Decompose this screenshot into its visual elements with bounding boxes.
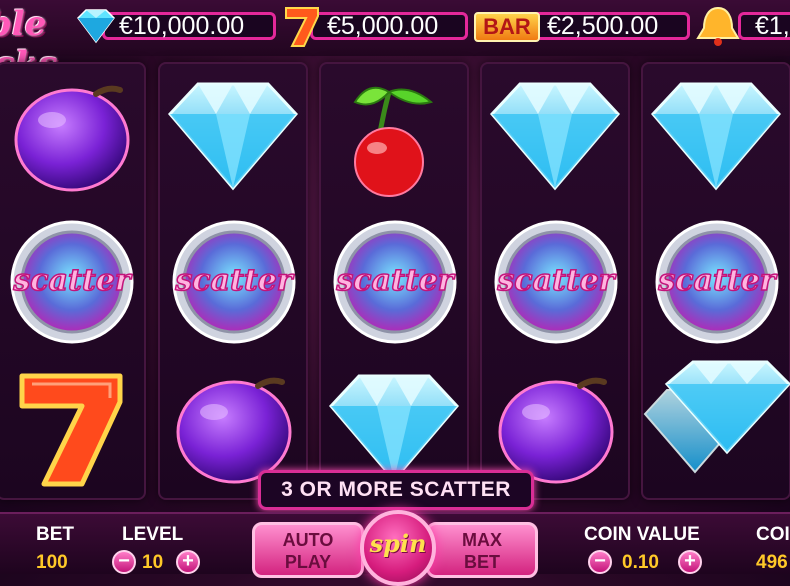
auto-play-button[interactable]: AUTO PLAY [252, 522, 364, 578]
reel-symbol [0, 62, 146, 208]
reel-symbol: scatter [319, 208, 469, 354]
prize-amount: €5,000.00 [310, 12, 468, 40]
reel-symbol: scatter [0, 208, 146, 354]
info-message: 3 OR MORE SCATTER [258, 470, 534, 510]
svg-text:scatter: scatter [174, 263, 294, 298]
bet-label: BET [36, 524, 74, 545]
reel-symbol: scatter [641, 208, 790, 354]
coin-value: 0.10 [622, 552, 659, 573]
max-bet-line-2: BET [464, 552, 500, 572]
svg-text:scatter: scatter [496, 263, 616, 298]
prize-diamond: €10,000.00 [72, 8, 276, 44]
prize-bar-symbol: €2,500.00 BAR [474, 8, 690, 44]
cherry-icon [353, 86, 434, 197]
coin-value-minus-button[interactable]: − [588, 550, 612, 574]
diamond-icon [650, 82, 782, 191]
max-bet-line-1: MAX [462, 530, 502, 550]
reel-2: scatter [158, 62, 308, 500]
bell-icon [696, 6, 740, 46]
reel-5: scatter [641, 62, 790, 500]
reel-symbol [641, 354, 790, 500]
reel-symbol [0, 354, 146, 500]
diamond-icon [167, 82, 299, 191]
jackpot-bar: €10,000.00 €5,000.00 €2,500.00 BAR €1,0 [0, 0, 790, 56]
reel-symbol: scatter [480, 208, 630, 354]
bet-value: 100 [36, 552, 68, 573]
reel-symbol [480, 62, 630, 208]
prize-amount: €1,0 [738, 12, 790, 40]
diamond-icon [489, 82, 621, 191]
scatter-icon: scatter [172, 220, 296, 344]
coin-value-plus-button[interactable]: + [678, 550, 702, 574]
spin-button[interactable]: spin [360, 510, 436, 586]
reel-symbol [641, 62, 790, 208]
scatter-icon: scatter [333, 220, 457, 344]
scatter-icon: scatter [10, 220, 134, 344]
plum-icon [14, 85, 130, 192]
auto-play-line-1: AUTO [282, 530, 334, 550]
max-bet-button[interactable]: MAX BET [426, 522, 538, 578]
bar-icon: BAR [474, 12, 540, 42]
scatter-icon: scatter [494, 220, 618, 344]
coin-value-label: COIN VALUE [584, 524, 700, 545]
level-label: LEVEL [122, 524, 184, 545]
svg-text:scatter: scatter [657, 263, 777, 298]
level-plus-button[interactable]: + [176, 550, 200, 574]
reel-symbol [158, 62, 308, 208]
prize-amount: €10,000.00 [102, 12, 276, 40]
scatter-icon: scatter [655, 220, 779, 344]
auto-play-line-2: PLAY [284, 552, 332, 572]
seven-icon [19, 373, 123, 487]
reel-4: scatter [480, 62, 630, 500]
prize-amount: €2,500.00 [530, 12, 690, 40]
reel-3: scatter [319, 62, 469, 500]
svg-text:scatter: scatter [12, 263, 132, 298]
level-minus-button[interactable]: − [112, 550, 136, 574]
logo-line-1: ble [0, 4, 47, 44]
seven-icon [285, 7, 319, 47]
prize-bell: €1,0 [694, 6, 790, 46]
reel-1: scatter [0, 62, 146, 500]
reel-symbol: scatter [158, 208, 308, 354]
double-diamond-icon [643, 360, 790, 474]
coins-label: COI [756, 524, 790, 545]
level-value: 10 [142, 552, 164, 573]
coins-value: 496 [756, 552, 788, 573]
svg-text:scatter: scatter [335, 263, 455, 298]
reel-symbol [319, 62, 469, 208]
prize-seven: €5,000.00 [280, 7, 470, 47]
